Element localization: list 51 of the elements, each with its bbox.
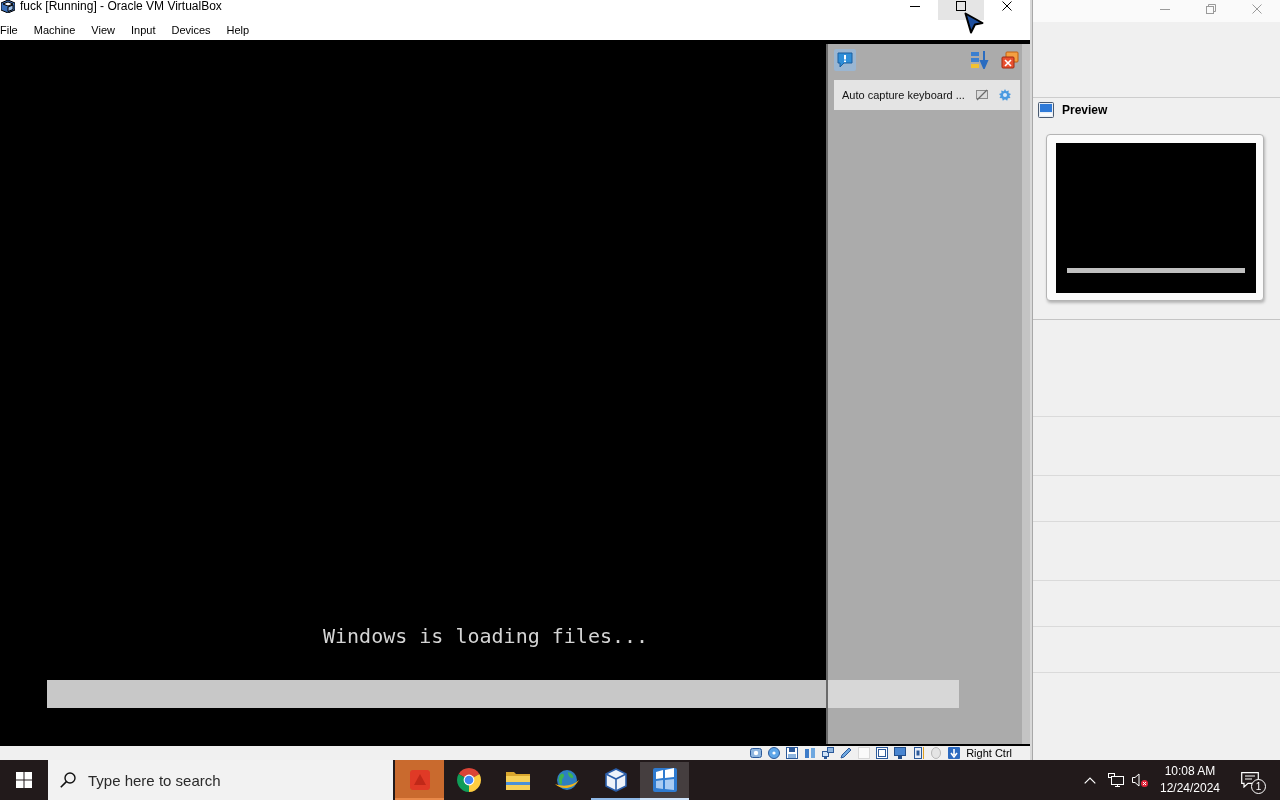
clock-time: 10:08 AM [1164,763,1216,780]
windows-stack-icon[interactable] [1001,51,1019,69]
message-icon [1241,772,1259,788]
alert-bubble-icon[interactable] [834,49,856,71]
maximize-icon [956,1,966,11]
host-key-label: Right Ctrl [966,746,1012,760]
chevron-up-icon[interactable] [1084,776,1096,784]
chip-icon[interactable] [912,747,925,759]
monitor-icon [1038,102,1054,118]
minimize-icon [910,6,920,7]
cube-icon [603,768,628,792]
maximize-button[interactable] [938,0,984,20]
down-arrow-icon[interactable] [948,747,961,759]
sort-icon[interactable] [971,51,989,69]
browser-icon [456,768,481,792]
monitor-icon[interactable] [894,747,907,759]
window-title: fuck [Running] - Oracle VM VirtualBox [20,0,222,13]
notification-item[interactable]: Auto capture keyboard ... [834,80,1020,110]
search-icon [60,772,76,788]
muted-speaker-icon[interactable] [1132,773,1148,787]
window-tile-icon [652,768,677,792]
menu-item[interactable]: View [91,23,115,37]
boot-message: Windows is loading files... [323,624,649,648]
square-app-icon [408,769,431,791]
section-title: Preview [1062,103,1108,117]
notification-text: Auto capture keyboard ... [842,89,965,101]
clock-date: 12/24/2024 [1159,780,1221,797]
close-icon [1002,1,1012,11]
menu-item[interactable]: Input [130,23,156,37]
floppy-icon[interactable] [786,747,799,759]
disc-icon[interactable] [768,747,781,759]
menu-item[interactable]: Devices [171,23,211,37]
menu-item[interactable]: Machine [33,23,76,37]
close-icon [1252,4,1262,14]
network-icon[interactable] [822,747,835,759]
display-icon[interactable] [876,747,889,759]
minimize-icon [1160,9,1170,10]
windows-logo-icon [16,772,32,788]
notification-count-badge: 1 [1251,779,1266,794]
usb-icon[interactable] [804,747,817,759]
folder-icon [505,770,530,790]
globe-icon [554,768,579,792]
restore-icon [1206,4,1216,14]
action-center-button[interactable]: 1 [1228,760,1272,800]
mouse-pointer-icon [964,12,984,34]
scrollbar[interactable] [1022,44,1030,744]
menu-item[interactable]: Help [226,23,250,37]
network-icon[interactable] [1108,773,1124,787]
crossed-screen-icon[interactable] [975,89,988,101]
menu-item[interactable]: File [0,23,18,37]
search-field[interactable]: Type here to search [48,760,393,800]
